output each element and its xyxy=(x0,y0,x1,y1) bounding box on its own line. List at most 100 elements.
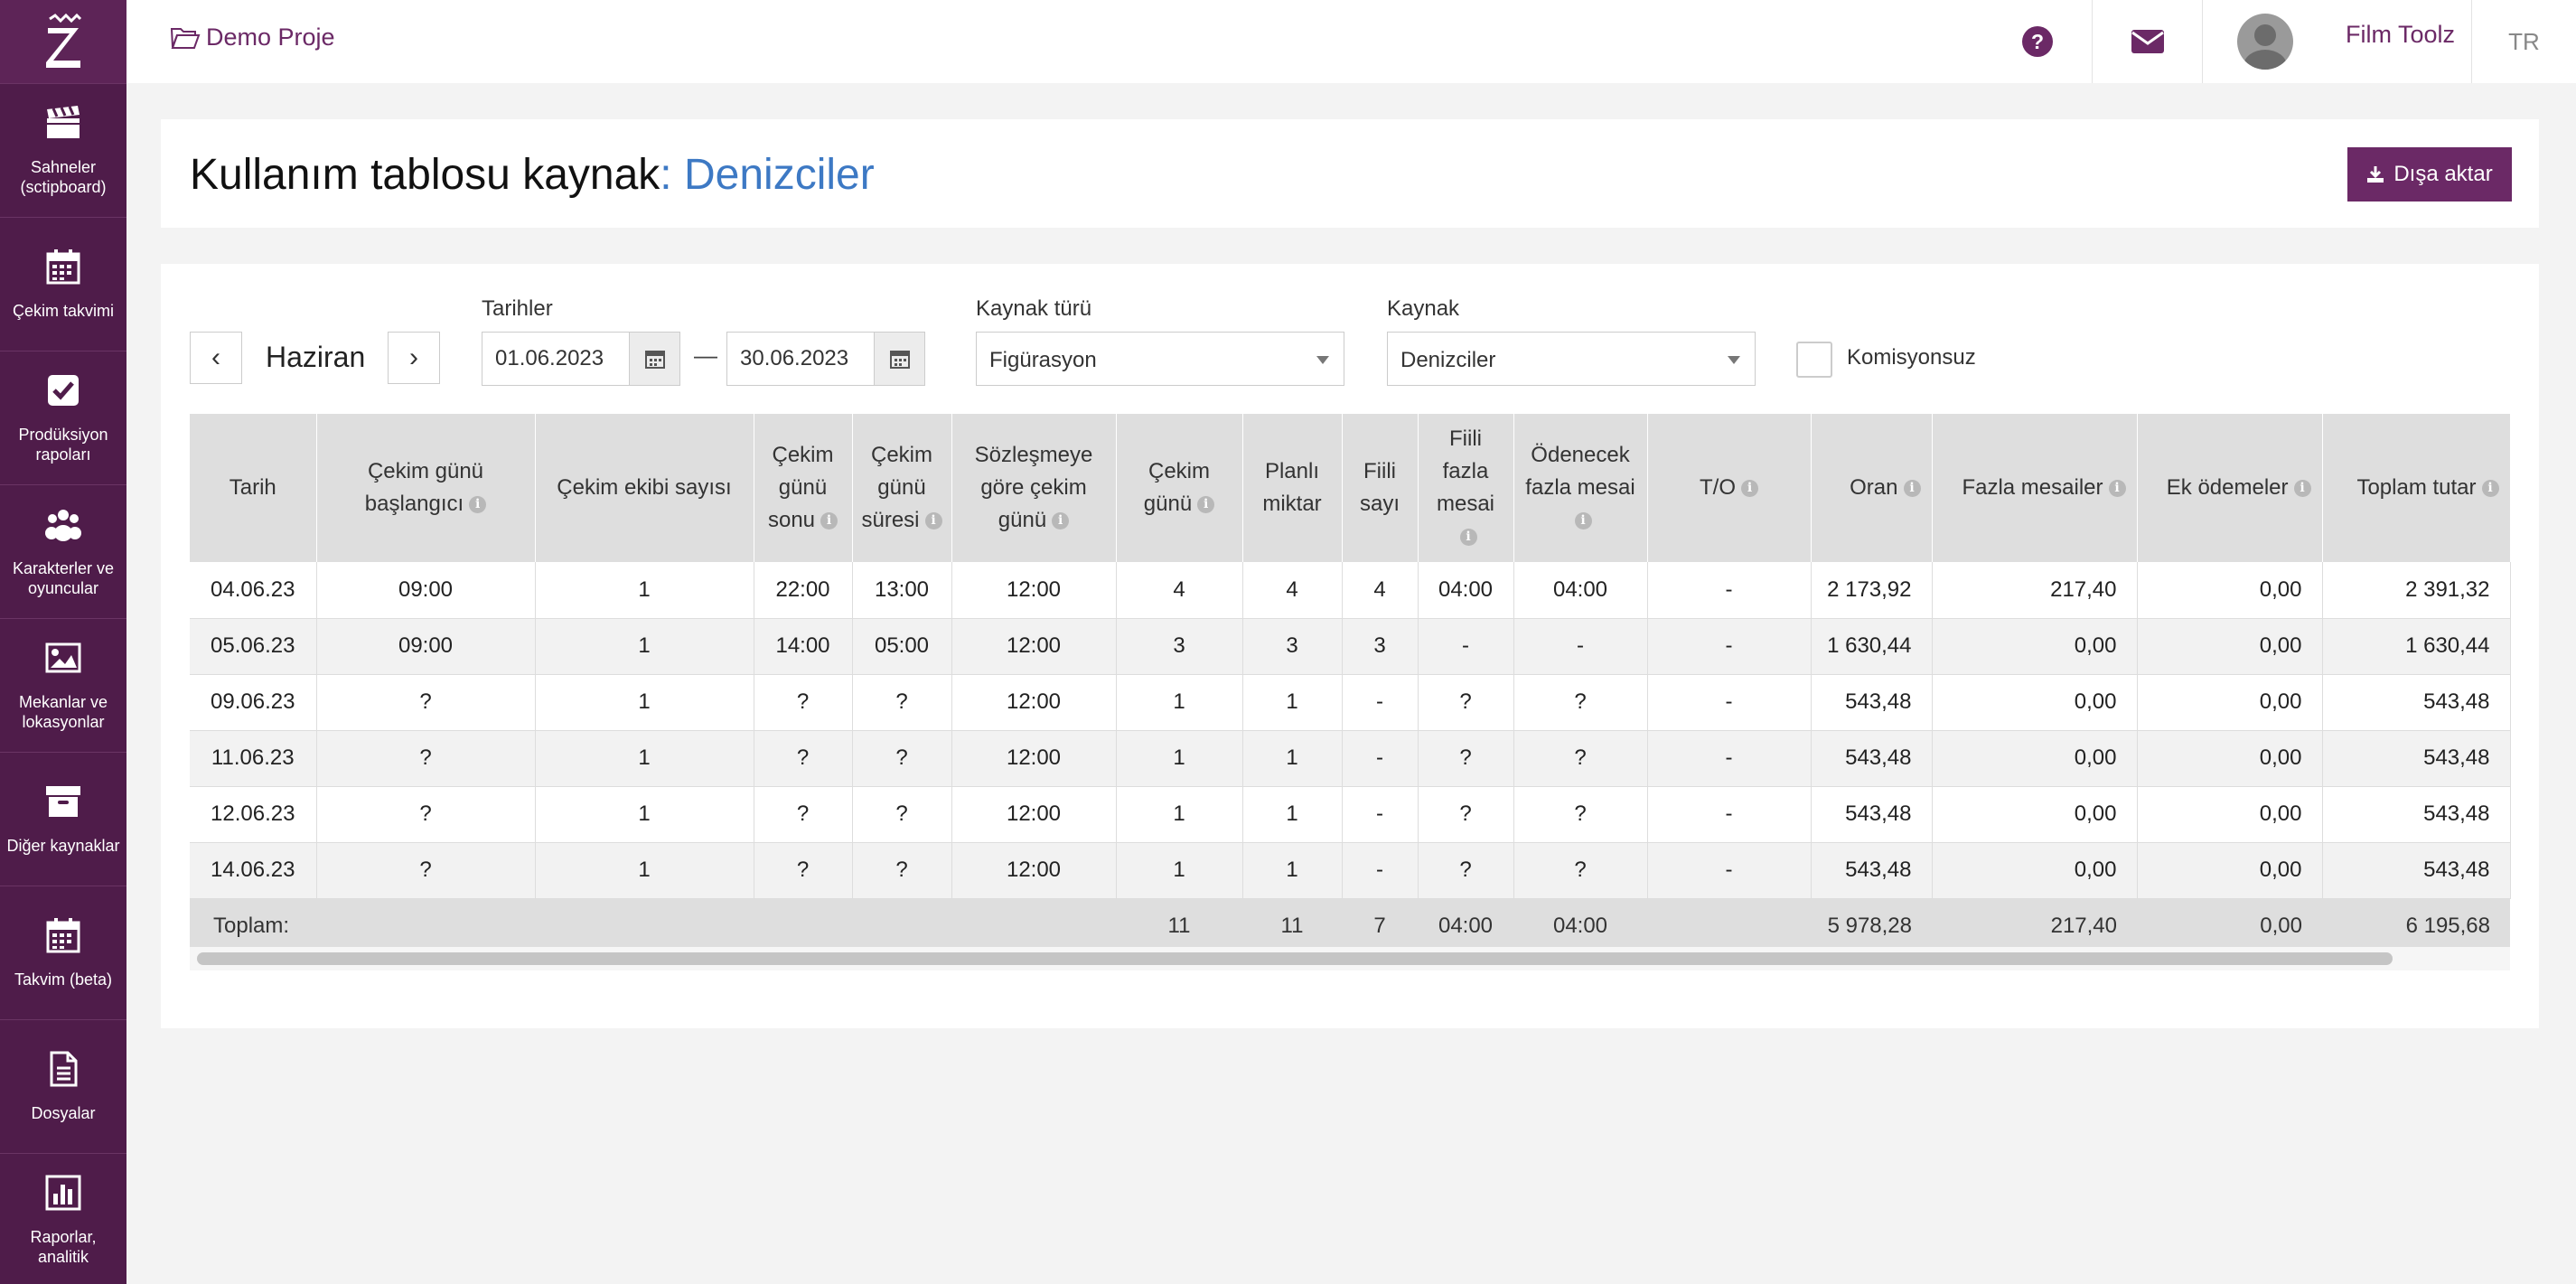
totals-cell: 04:00 xyxy=(1513,898,1647,954)
column-header-label: T/O xyxy=(1700,475,1736,500)
table-cell: 3 xyxy=(1116,618,1243,675)
column-header[interactable]: Fiili fazla mesai i xyxy=(1418,414,1514,562)
table-cell: 543,48 xyxy=(2322,674,2511,731)
archive-icon xyxy=(44,783,82,836)
column-header[interactable]: Ödenecek fazla mesai i xyxy=(1513,414,1648,562)
info-icon[interactable]: i xyxy=(2481,480,2499,498)
column-header-label: Fiili fazla mesai xyxy=(1436,426,1495,516)
column-header[interactable]: T/O i xyxy=(1647,414,1812,562)
totals-cell xyxy=(852,898,951,954)
table-cell: - xyxy=(1647,674,1812,731)
current-month: Haziran xyxy=(266,341,366,373)
table-cell: 217,40 xyxy=(1932,562,2138,619)
title-separator: : xyxy=(660,151,672,199)
help-button[interactable]: ? xyxy=(1983,0,2092,83)
totals-cell: 04:00 xyxy=(1418,898,1513,954)
info-icon[interactable]: i xyxy=(820,512,838,530)
table-cell: - xyxy=(1513,618,1648,675)
prev-month-button[interactable]: ‹ xyxy=(190,332,242,384)
export-button[interactable]: Dışa aktar xyxy=(2347,147,2512,202)
resource-type-select[interactable]: Figürasyon xyxy=(976,332,1344,386)
table-cell: - xyxy=(1647,562,1812,619)
column-header[interactable]: Çekim ekibi sayısı xyxy=(535,414,754,562)
table-cell: 1 xyxy=(535,618,754,675)
sidebar-item-3[interactable]: Prodüksiyon rapoları xyxy=(0,351,126,484)
resource-type-label: Kaynak türü xyxy=(976,296,1092,321)
sidebar-item-4[interactable]: Karakterler ve oyuncular xyxy=(0,484,126,618)
user-silhouette-icon xyxy=(2243,24,2287,70)
no-commission-checkbox[interactable] xyxy=(1796,342,1832,378)
column-header[interactable]: Planlı miktar xyxy=(1242,414,1343,562)
info-icon[interactable]: i xyxy=(2108,480,2126,498)
table-cell: ? xyxy=(754,674,853,731)
column-header[interactable]: Tarih xyxy=(190,414,317,562)
table-cell: 12.06.23 xyxy=(190,786,317,843)
info-icon[interactable]: i xyxy=(469,496,487,514)
table-cell: 1 xyxy=(1242,786,1343,843)
column-header[interactable]: Çekim günü başlangıcı i xyxy=(316,414,536,562)
app-logo[interactable] xyxy=(0,0,126,83)
column-header-label: Fazla mesailer xyxy=(1962,475,2103,500)
table-cell: - xyxy=(1342,674,1419,731)
table-cell: 1 xyxy=(1116,786,1243,843)
sidebar-item-7[interactable]: Takvim (beta) xyxy=(0,886,126,1019)
column-header[interactable]: Toplam tutar i xyxy=(2322,414,2511,562)
resource-select[interactable]: Denizciler xyxy=(1387,332,1756,386)
column-header[interactable]: Çekim günü sonu i xyxy=(754,414,853,562)
calendar-icon xyxy=(44,916,82,970)
messages-button[interactable] xyxy=(2092,0,2202,83)
sidebar-item-label: Dosyalar xyxy=(31,1104,96,1122)
folder-open-icon xyxy=(170,27,201,49)
sidebar-item-5[interactable]: Mekanlar ve lokasyonlar xyxy=(0,618,126,752)
column-header[interactable]: Fazla mesailer i xyxy=(1932,414,2138,562)
table-cell: 04.06.23 xyxy=(190,562,317,619)
column-header[interactable]: Çekim günü i xyxy=(1116,414,1243,562)
table-cell: ? xyxy=(316,786,536,843)
column-header-label: Fiili sayı xyxy=(1359,459,1400,516)
calendar-icon[interactable] xyxy=(874,333,924,385)
table-cell: 3 xyxy=(1242,618,1343,675)
sidebar-item-8[interactable]: Dosyalar xyxy=(0,1019,126,1153)
language-switch[interactable]: TR xyxy=(2471,0,2576,83)
column-header[interactable]: Oran i xyxy=(1811,414,1933,562)
date-to-field[interactable]: 30.06.2023 xyxy=(726,332,925,386)
sidebar-item-6[interactable]: Diğer kaynaklar xyxy=(0,752,126,886)
sidebar-item-1[interactable]: Sahneler (sctipboard) xyxy=(0,83,126,217)
info-icon[interactable]: i xyxy=(924,512,942,530)
column-header-label: Sözleşmeye göre çekim günü xyxy=(974,443,1093,532)
totals-cell xyxy=(951,898,1116,954)
table-cell: 1 xyxy=(535,730,754,787)
sidebar-item-9[interactable]: Raporlar, analitik xyxy=(0,1153,126,1284)
image-icon xyxy=(44,639,82,692)
column-header[interactable]: Ek ödemeler i xyxy=(2137,414,2323,562)
user-menu[interactable]: Film Toolz xyxy=(2202,0,2471,83)
column-header-label: Çekim günü süresi xyxy=(861,443,932,532)
info-icon[interactable]: i xyxy=(2293,480,2311,498)
date-range-separator: — xyxy=(694,342,717,369)
sidebar-item-2[interactable]: Çekim takvimi xyxy=(0,217,126,351)
project-link[interactable]: Demo Proje xyxy=(170,23,335,52)
column-header[interactable]: Çekim günü süresi i xyxy=(852,414,952,562)
date-from-field[interactable]: 01.06.2023 xyxy=(482,332,680,386)
info-icon[interactable]: i xyxy=(1459,529,1477,547)
table-cell: 0,00 xyxy=(2137,842,2323,899)
info-icon[interactable]: i xyxy=(1574,512,1592,530)
table-row: 14.06.23? 1?? 12:00 1 1-?? -543,48 0,00 0,00 543… xyxy=(190,842,2511,899)
bar-chart-icon xyxy=(44,1174,82,1227)
info-icon[interactable]: i xyxy=(1052,512,1070,530)
info-icon[interactable]: i xyxy=(1741,480,1758,498)
table-cell: ? xyxy=(852,842,952,899)
next-month-button[interactable]: › xyxy=(388,332,440,384)
table-cell: 1 xyxy=(1116,674,1243,731)
sidebar-item-label: Sahneler (sctipboard) xyxy=(20,158,107,196)
sidebar-item-label: Raporlar, analitik xyxy=(30,1228,97,1266)
column-header[interactable]: Sözleşmeye göre çekim günü i xyxy=(951,414,1117,562)
horizontal-scrollbar-thumb[interactable] xyxy=(197,952,2393,965)
users-icon xyxy=(44,505,82,558)
calendar-icon[interactable] xyxy=(629,333,679,385)
logo-icon xyxy=(46,14,82,68)
info-icon[interactable]: i xyxy=(1197,496,1215,514)
info-icon[interactable]: i xyxy=(1903,480,1921,498)
column-header[interactable]: Fiili sayı xyxy=(1342,414,1419,562)
table-row: 05.06.23 09:00 1 14:00 05:00 12:00 3 3 3- - -1 630… xyxy=(190,618,2511,675)
